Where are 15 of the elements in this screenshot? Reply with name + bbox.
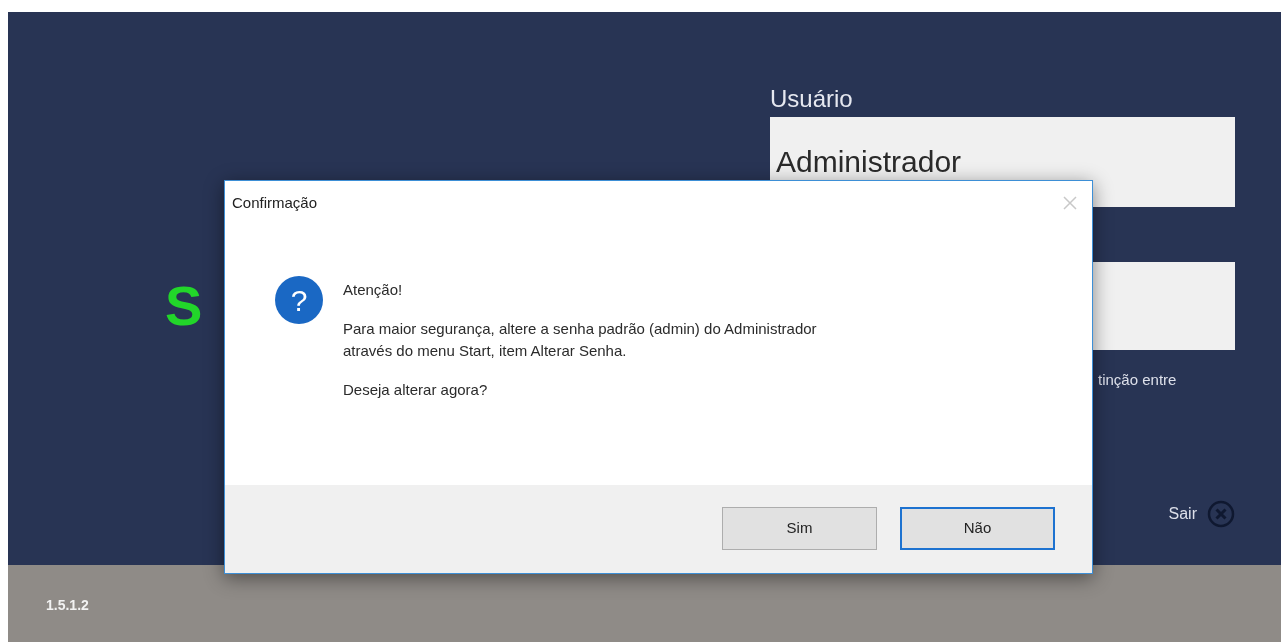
question-icon: ?	[275, 276, 323, 324]
message-line: através do menu Start, item Alterar Senha.	[343, 341, 628, 361]
exit-label[interactable]: Sair	[1168, 502, 1197, 526]
dialog-button[interactable]: Não	[900, 507, 1055, 550]
user-label: Usuário	[770, 84, 854, 114]
message-line: Para maior segurança, altere a senha padrão (admin) do Administrador	[343, 319, 817, 339]
dialog-button[interactable]: Sim	[722, 507, 877, 550]
version-text: 1.5.1.2	[46, 597, 89, 613]
hint-text: tinção entre	[1098, 371, 1177, 388]
dialog-question: Deseja alterar agora?	[343, 380, 489, 400]
logo-text: S	[165, 278, 203, 334]
close-circle-icon[interactable]	[1207, 500, 1235, 528]
close-icon[interactable]	[1062, 195, 1078, 211]
dialog-heading: Atenção!	[343, 280, 404, 300]
dialog-title: Confirmação	[232, 192, 318, 213]
